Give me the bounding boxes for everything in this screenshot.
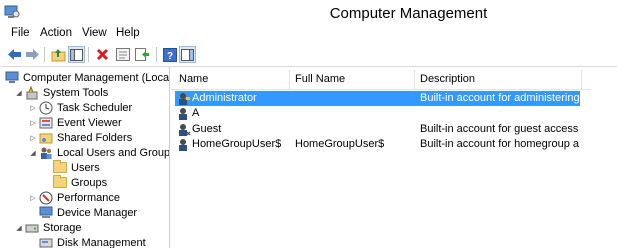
list-row-a[interactable]: A (175, 106, 580, 121)
show-action-pane-icon[interactable] (179, 46, 196, 63)
device-manager-icon (38, 206, 54, 220)
list-header: Name Full Name Description (171, 70, 591, 90)
disk-icon (38, 236, 54, 248)
collapsed-arrow-icon[interactable]: ▷ (28, 194, 38, 202)
title-bar: Computer Management (0, 0, 617, 26)
menu-action[interactable]: Action (40, 27, 72, 39)
cell-name: Guest (192, 123, 222, 135)
expanded-arrow-icon[interactable]: ◢ (14, 89, 24, 97)
back-icon[interactable] (6, 46, 23, 63)
delete-icon[interactable] (94, 46, 111, 63)
collapsed-arrow-icon[interactable]: ▷ (28, 134, 38, 142)
user-icon (177, 107, 191, 120)
performance-icon (38, 191, 54, 205)
menu-view[interactable]: View (82, 27, 107, 39)
tree-item-label: Disk Management (57, 236, 146, 248)
properties-icon[interactable] (114, 46, 131, 63)
list-row-homegroupuser[interactable]: HomeGroupUser$ HomeGroupUser$ Built-in a… (175, 137, 580, 152)
cell-name: Administrator (192, 92, 257, 104)
collapsed-arrow-icon[interactable]: ▷ (28, 119, 38, 127)
user-icon (177, 123, 191, 136)
tree-item-storage[interactable]: ◢ Storage (14, 220, 82, 235)
computer-icon (4, 71, 20, 85)
tree-item-system-tools[interactable]: ◢ System Tools (14, 85, 108, 100)
menu-file[interactable]: File (11, 27, 30, 39)
tree-item-label: Computer Management (Local) (23, 71, 170, 84)
tree-item-label: Storage (43, 221, 82, 234)
column-header-full-name[interactable]: Full Name (295, 73, 345, 89)
tree-item-task-scheduler[interactable]: ▷ Task Scheduler (28, 100, 132, 115)
toolbar: ? (0, 44, 617, 66)
folder-icon (52, 160, 68, 175)
cell-name: A (192, 107, 200, 119)
menu-bar: File Action View Help (0, 27, 617, 43)
user-icon (177, 138, 191, 151)
tree-item-label: Event Viewer (57, 116, 122, 129)
navigation-tree: Computer Management (Local) ◢ System Too… (0, 67, 170, 248)
tree-item-event-viewer[interactable]: ▷ Event Viewer (28, 115, 122, 130)
clock-icon (38, 101, 54, 115)
menu-help[interactable]: Help (116, 27, 140, 39)
tree-item-disk-management[interactable]: Disk Management (38, 235, 146, 248)
cell-description: Built-in account for administering... (420, 92, 580, 104)
export-icon[interactable] (134, 46, 151, 63)
tree-item-label: Users (71, 161, 100, 174)
tree-item-label: Performance (57, 191, 120, 204)
tools-icon (24, 85, 40, 100)
storage-icon (24, 221, 40, 235)
tree-item-computer-management[interactable]: Computer Management (Local) (4, 70, 170, 85)
user-icon (177, 92, 191, 105)
show-tree-icon[interactable] (68, 46, 85, 63)
tree-item-label: Local Users and Groups (57, 146, 170, 159)
column-header-name[interactable]: Name (179, 73, 208, 89)
tree-item-label: Task Scheduler (57, 101, 133, 114)
column-header-description[interactable]: Description (420, 73, 475, 89)
tree-item-label: System Tools (43, 86, 109, 99)
tree-item-shared-folders[interactable]: ▷ Shared Folders (28, 130, 132, 145)
expanded-arrow-icon[interactable]: ◢ (28, 149, 38, 157)
tree-item-performance[interactable]: ▷ Performance (28, 190, 120, 205)
tree-item-groups[interactable]: Groups (52, 175, 107, 190)
window-title: Computer Management (329, 5, 488, 22)
list-row-administrator[interactable]: Administrator Built-in account for admin… (175, 91, 580, 106)
tree-item-label: Shared Folders (57, 131, 133, 144)
users-list: Name Full Name Description Administrator… (171, 67, 617, 248)
cell-full-name: HomeGroupUser$ (295, 138, 385, 150)
svg-text:?: ? (166, 51, 172, 62)
cell-description: Built-in account for guest access t... (420, 123, 580, 135)
tree-item-label: Groups (71, 176, 108, 189)
event-viewer-icon (38, 116, 54, 130)
tree-item-device-manager[interactable]: Device Manager (38, 205, 137, 220)
tree-item-label: Device Manager (57, 206, 138, 219)
shared-folder-icon (38, 131, 54, 145)
help-icon[interactable]: ? (161, 46, 178, 63)
forward-icon[interactable] (24, 46, 41, 63)
cell-name: HomeGroupUser$ (192, 138, 282, 150)
collapsed-arrow-icon[interactable]: ▷ (28, 104, 38, 112)
up-folder-icon[interactable] (50, 46, 67, 63)
expanded-arrow-icon[interactable]: ◢ (14, 224, 24, 232)
tree-item-local-users-groups[interactable]: ◢ Local Users and Groups (28, 145, 170, 160)
list-row-guest[interactable]: Guest Built-in account for guest access … (175, 122, 580, 137)
tree-item-users[interactable]: Users (52, 160, 100, 175)
users-groups-icon (38, 146, 54, 160)
folder-icon (52, 175, 68, 190)
cell-description: Built-in account for homegroup a... (420, 138, 580, 150)
